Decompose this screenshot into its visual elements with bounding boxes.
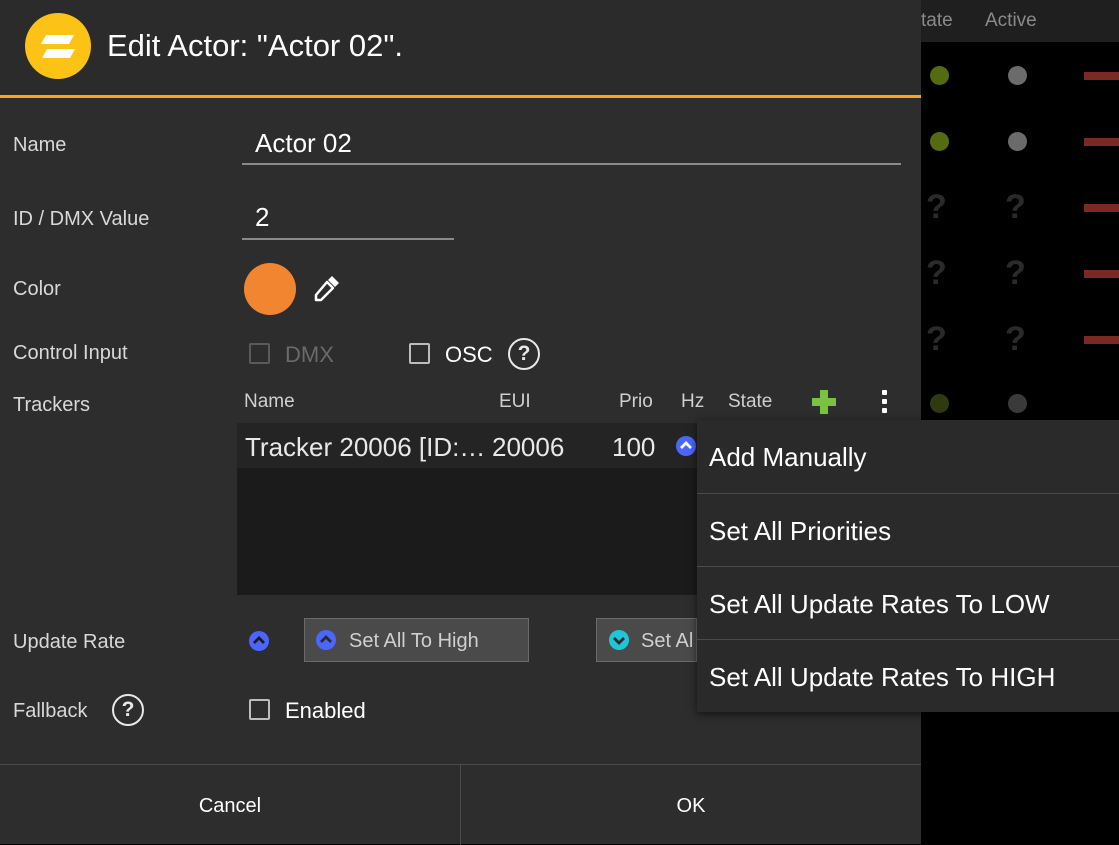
fallback-enabled-checkbox[interactable] xyxy=(249,699,270,720)
background-row[interactable] xyxy=(921,108,1119,174)
menu-item-set-all-priorities[interactable]: Set All Priorities xyxy=(697,493,1119,566)
dmx-checkbox[interactable] xyxy=(249,343,270,364)
ok-button[interactable]: OK xyxy=(461,765,921,845)
control-input-help-icon[interactable]: ? xyxy=(508,338,540,370)
state-unknown-icon: ? xyxy=(926,188,947,226)
cancel-button[interactable]: Cancel xyxy=(0,765,461,845)
control-input-label: Control Input xyxy=(13,342,128,364)
dialog-footer: Cancel OK xyxy=(0,764,921,845)
more-options-icon[interactable] xyxy=(880,390,888,414)
active-dot xyxy=(1008,394,1027,413)
menu-item-label: Set All Update Rates To HIGH xyxy=(709,662,1056,692)
background-table-header: tate Active xyxy=(921,0,1119,42)
tracker-eui: 20006 xyxy=(492,432,565,462)
column-header-state: tate xyxy=(921,10,953,31)
trackers-label: Trackers xyxy=(13,394,91,416)
color-label: Color xyxy=(13,278,61,300)
level-bar xyxy=(1084,270,1119,278)
dialog-title: Edit Actor: "Actor 02". xyxy=(107,28,403,63)
eyedropper-icon[interactable] xyxy=(312,273,342,303)
menu-item-label: Set All Priorities xyxy=(709,516,892,546)
fallback-enabled-label: Enabled xyxy=(285,698,366,723)
active-unknown-icon: ? xyxy=(1005,254,1026,292)
active-dot xyxy=(1008,66,1027,85)
osc-checkbox[interactable] xyxy=(409,343,430,364)
state-dot xyxy=(930,66,949,85)
level-bar xyxy=(1084,204,1119,212)
column-header-hz: Hz xyxy=(681,391,705,412)
column-header-state: State xyxy=(728,391,773,412)
id-field[interactable]: 2 xyxy=(242,200,454,240)
dmx-checkbox-label: DMX xyxy=(285,342,334,367)
rate-high-icon[interactable] xyxy=(676,436,696,456)
active-dot xyxy=(1008,132,1027,151)
id-label: ID / DMX Value xyxy=(13,208,150,230)
tracker-prio: 100 xyxy=(612,432,656,462)
chevron-up-icon xyxy=(316,630,336,650)
name-value: Actor 02 xyxy=(255,128,352,158)
set-all-high-button[interactable]: Set All To High xyxy=(304,618,529,662)
active-unknown-icon: ? xyxy=(1005,188,1026,226)
state-unknown-icon: ? xyxy=(926,320,947,358)
state-unknown-icon: ? xyxy=(926,254,947,292)
chevron-down-icon xyxy=(609,630,629,650)
background-row[interactable] xyxy=(921,42,1119,108)
background-row[interactable]: ? ? xyxy=(921,174,1119,240)
set-all-low-label: Set Al xyxy=(641,630,694,652)
menu-item-set-rates-high[interactable]: Set All Update Rates To HIGH xyxy=(697,639,1119,712)
column-header-prio: Prio xyxy=(619,391,653,412)
trackers-options-menu: Add Manually Set All Priorities Set All … xyxy=(697,420,1119,712)
ok-button-label: OK xyxy=(676,795,706,817)
name-label: Name xyxy=(13,134,67,156)
set-all-low-button[interactable]: Set Al xyxy=(596,618,697,662)
menu-item-set-rates-low[interactable]: Set All Update Rates To LOW xyxy=(697,566,1119,639)
column-header-active: Active xyxy=(985,10,1037,31)
id-value: 2 xyxy=(255,202,270,232)
tracker-name: Tracker 20006 [ID:… xyxy=(245,432,486,462)
dialog-title-bar: Edit Actor: "Actor 02". xyxy=(0,0,921,98)
update-rate-high-icon[interactable] xyxy=(249,631,269,651)
menu-item-label: Set All Update Rates To LOW xyxy=(709,589,1050,619)
background-row[interactable]: ? ? xyxy=(921,306,1119,372)
name-field[interactable]: Actor 02 xyxy=(242,126,901,165)
add-tracker-icon[interactable] xyxy=(810,388,838,416)
state-dot xyxy=(930,132,949,151)
background-row[interactable]: ? ? xyxy=(921,240,1119,306)
update-rate-label: Update Rate xyxy=(13,631,126,653)
active-unknown-icon: ? xyxy=(1005,320,1026,358)
state-dot xyxy=(930,394,949,413)
menu-item-label: Add Manually xyxy=(709,442,867,472)
fallback-label: Fallback xyxy=(13,700,88,722)
column-header-eui: EUI xyxy=(499,391,531,412)
osc-checkbox-label: OSC xyxy=(445,342,493,367)
column-header-name: Name xyxy=(244,391,295,412)
level-bar xyxy=(1084,336,1119,344)
fallback-help-icon[interactable]: ? xyxy=(112,694,144,726)
level-bar xyxy=(1084,72,1119,80)
app-logo-icon xyxy=(25,13,91,79)
menu-item-add-manually[interactable]: Add Manually xyxy=(697,420,1119,493)
cancel-button-label: Cancel xyxy=(198,795,262,817)
level-bar xyxy=(1084,138,1119,146)
color-swatch[interactable] xyxy=(244,263,296,315)
set-all-high-label: Set All To High xyxy=(349,630,479,652)
